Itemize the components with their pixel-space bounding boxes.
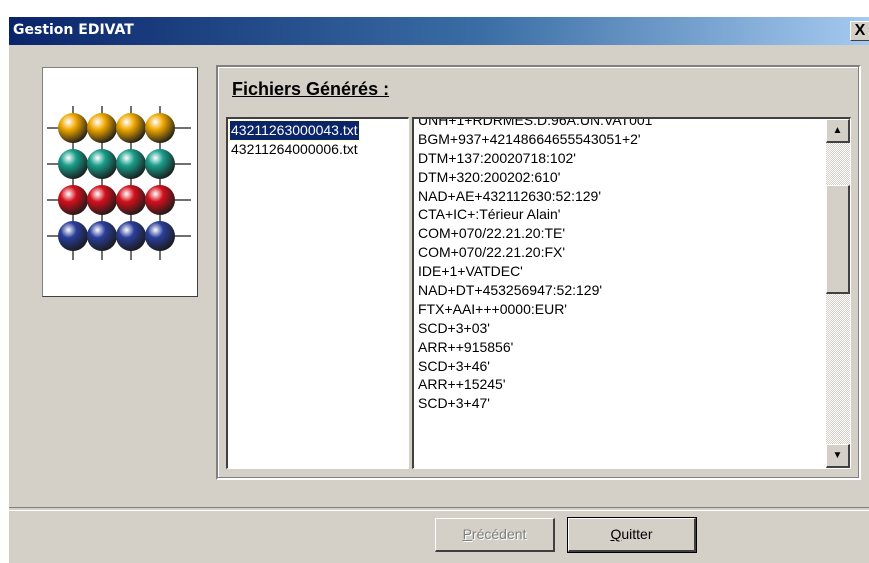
content-line: COM+070/22.21.20:FX' (418, 244, 566, 261)
bottom-separator (9, 507, 869, 511)
content-line: SCD+3+46' (418, 357, 490, 374)
edivat-logo (42, 67, 198, 297)
dialog-window: Gestion EDIVAT X Fichiers Générés : 4321… (8, 16, 869, 563)
content-line: COM+070/22.21.20:TE' (418, 225, 566, 242)
file-content-viewer[interactable]: UNH+1+RDRMES:D:96A:UN:VAT001 BGM+937+4214… (412, 117, 851, 469)
logo-bead-teal (116, 149, 146, 179)
logo-bead-red (116, 185, 146, 215)
content-line: BGM+937+42148664655543051+2' (418, 130, 641, 147)
content-line: ARR++915856' (418, 338, 514, 355)
content-line: SCD+3+03' (418, 319, 490, 336)
close-button[interactable]: X (850, 21, 869, 41)
content-line: UNH+1+RDRMES:D:96A:UN:VAT001 (418, 117, 653, 128)
previous-label: récédent (471, 526, 527, 542)
logo-bead-red (58, 185, 88, 215)
logo-bead-orange (116, 113, 146, 143)
content-line: FTX+AAI+++0000:EUR' (418, 300, 567, 317)
group-title: Fichiers Générés : (232, 79, 390, 99)
vertical-scrollbar[interactable]: ▲ ▼ (826, 119, 850, 468)
file-list-item[interactable]: 43211263000043.txt (229, 120, 360, 141)
logo-bead-blue (87, 221, 117, 251)
logo-bead-blue (145, 221, 175, 251)
window-title: Gestion EDIVAT (13, 22, 134, 38)
content-line: DTM+137:20020718:102' (418, 149, 576, 166)
scroll-thumb[interactable] (826, 185, 850, 294)
logo-bead-orange (58, 113, 88, 143)
content-line: SCD+3+47' (418, 395, 490, 412)
file-content-lines: UNH+1+RDRMES:D:96A:UN:VAT001 BGM+937+4214… (418, 117, 813, 413)
content-line: IDE+1+VATDEC' (418, 263, 523, 280)
title-bar[interactable]: Gestion EDIVAT X (9, 17, 869, 45)
quit-label: uitter (621, 526, 653, 542)
content-line: CTA+IC+:Térieur Alain' (418, 206, 561, 223)
logo-bead-teal (145, 149, 175, 179)
content-line: NAD+DT+453256947:52:129' (418, 282, 603, 299)
content-line: DTM+320:200202:610' (418, 168, 561, 185)
scroll-down-button[interactable]: ▼ (826, 444, 850, 468)
logo-bead-blue (58, 221, 88, 251)
logo-bead-teal (87, 149, 117, 179)
generated-files-group: Fichiers Générés : 43211263000043.txt 432… (216, 65, 861, 480)
logo-bead-red (87, 185, 117, 215)
file-listbox[interactable]: 43211263000043.txt 43211264000006.txt (226, 117, 409, 469)
content-line: ARR++15245' (418, 376, 506, 393)
content-line: NAD+AE+432112630:52:129' (418, 187, 602, 204)
previous-button[interactable]: Précédent (435, 518, 555, 552)
logo-bead-orange (145, 113, 175, 143)
logo-bead-red (145, 185, 175, 215)
scroll-up-button[interactable]: ▲ (826, 119, 850, 143)
quit-accel: Q (610, 526, 622, 542)
logo-bead-orange (87, 113, 117, 143)
quit-button[interactable]: Quitter (567, 517, 697, 553)
file-list-item[interactable]: 43211264000006.txt (230, 140, 359, 159)
previous-accel: P (462, 526, 472, 542)
abacus-logo-icon (47, 106, 191, 260)
logo-bead-blue (116, 221, 146, 251)
logo-bead-teal (58, 149, 88, 179)
